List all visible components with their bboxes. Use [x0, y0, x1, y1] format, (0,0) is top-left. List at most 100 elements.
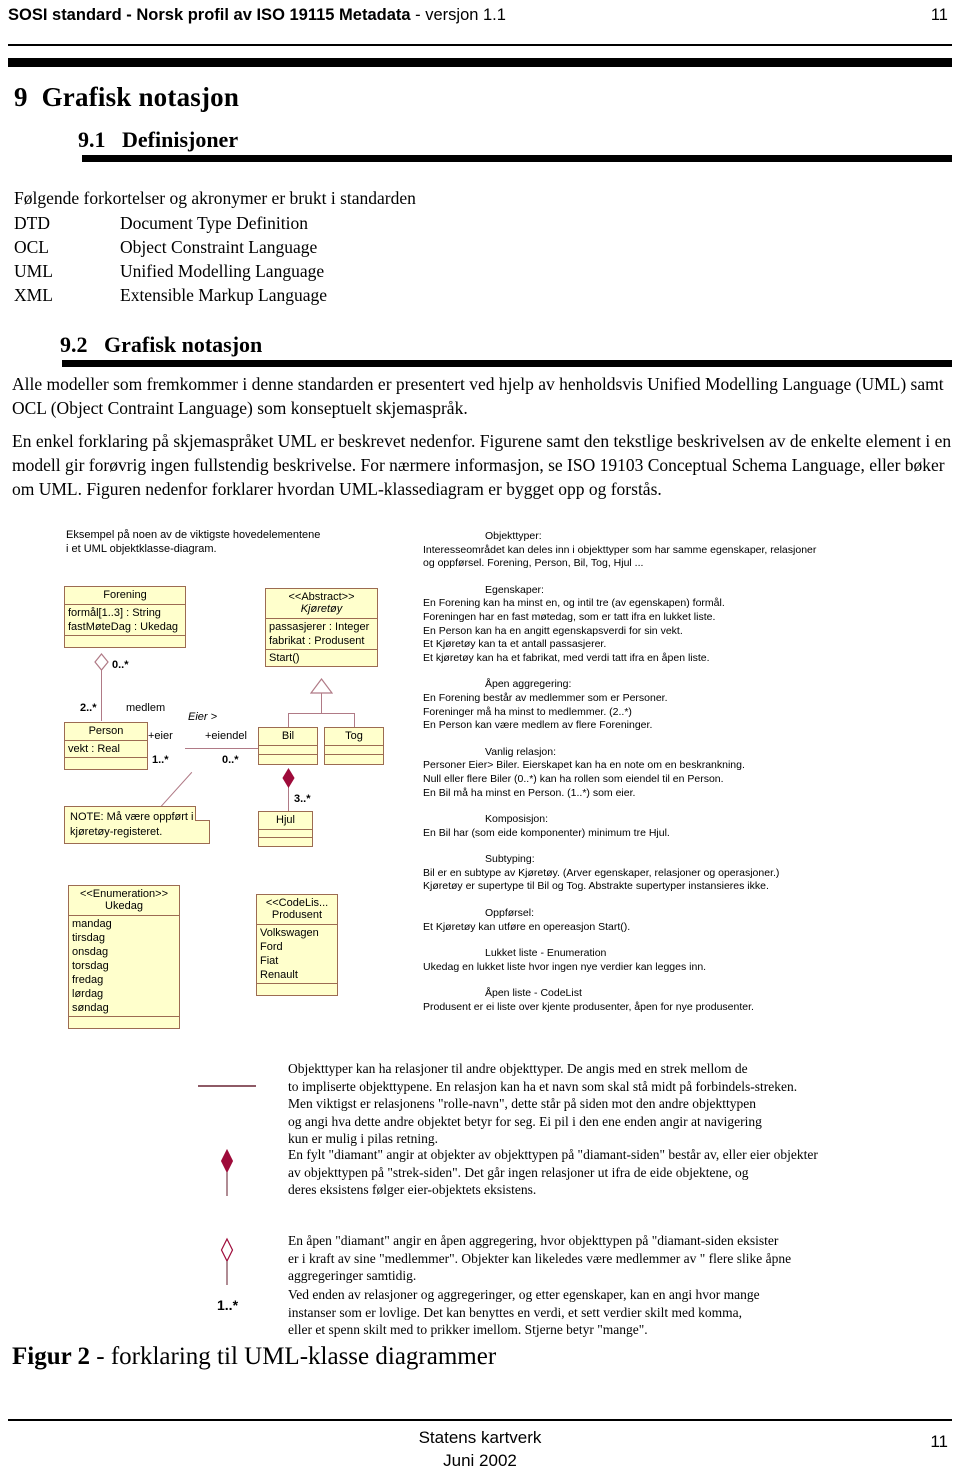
- legend-line: kun er mulig i pilas retning.: [288, 1131, 438, 1146]
- legend-line: En åpen "diamant" angir en åpen aggreger…: [288, 1233, 779, 1248]
- explanation-heading: Åpen aggregering:: [485, 678, 572, 691]
- legend-entry-relation: Objekttyper kan ha relasjoner til andre …: [288, 1060, 948, 1148]
- diagram-intro-line2: i et UML objektklasse-diagram.: [66, 543, 217, 555]
- uml-class-kjoretoy: <<Abstract>> Kjøretøy passasjerer : Inte…: [265, 588, 378, 667]
- attribute: vekt : Real: [68, 743, 120, 755]
- filled-diamond-icon: [282, 768, 295, 788]
- uml-class-produsent: <<CodeLis... Produsent Volkswagen Ford F…: [256, 894, 338, 996]
- multiplicity-bil-eiendel: 0..*: [222, 754, 239, 766]
- footer-date: Juni 2002: [443, 1451, 517, 1470]
- class-attributes-empty: [259, 746, 317, 755]
- explanation-line: En Person kan være medlem av flere Foren…: [423, 719, 653, 732]
- codelist-value: Ford: [260, 941, 283, 953]
- explanation-heading: Egenskaper:: [485, 583, 544, 596]
- uml-class-bil: Bil: [258, 727, 318, 765]
- class-operations-empty: [259, 838, 312, 846]
- figure-explanation-column: Objekttyper: Interesseområdet kan deles …: [423, 530, 953, 1015]
- explanation-line: Produsent er ei liste over kjente produs…: [423, 1001, 754, 1014]
- class-attributes: vekt : Real: [65, 741, 147, 758]
- explanation-line: Foreninger må ha minst to medlemmer. (2.…: [423, 705, 632, 718]
- explanation-heading: Subtyping:: [485, 853, 535, 866]
- explanation-line: Interesseområdet kan deles inn i objektt…: [423, 543, 817, 556]
- legend-open-diamond-icon: [220, 1237, 234, 1285]
- legend-line: og angi hva dette andre objektet betyr f…: [288, 1113, 762, 1129]
- explanation-line: En Bil har (som eide komponenter) minimu…: [423, 826, 670, 839]
- class-name-text: Kjøretøy: [300, 603, 343, 615]
- document-page: SOSI standard - Norsk profil av ISO 1911…: [0, 0, 960, 1471]
- codelist-values: Volkswagen Ford Fiat Renault: [257, 925, 337, 984]
- attribute: fabrikat : Produsent: [269, 635, 365, 647]
- explanation-line: En Person kan ha en angitt egenskapsverd…: [423, 624, 683, 637]
- explanation-line: Kjøretøy er supertype til Bil og Tog. Ab…: [423, 880, 769, 893]
- explanation-line: En Bil må ha minst en Person. (1..*) som…: [423, 786, 636, 799]
- multiplicity-forening: 0..*: [112, 659, 129, 671]
- figure-caption-label: Figur 2: [12, 1343, 91, 1370]
- enum-value: torsdag: [72, 960, 109, 972]
- uml-class-person: Person vekt : Real: [64, 722, 148, 770]
- multiplicity-person: 2..*: [80, 702, 97, 714]
- class-stereotype: <<CodeLis...: [265, 897, 329, 909]
- explanation-line: Bil er en subtype av Kjøretøy. (Arver eg…: [423, 866, 780, 879]
- class-name: Forening: [65, 587, 185, 605]
- explanation-line: Et Kjøretøy kan utføre en opereasjon Sta…: [423, 920, 631, 933]
- multiplicity-hjul: 3..*: [294, 793, 311, 805]
- footer-rule: [8, 1419, 952, 1421]
- legend-filled-diamond-icon: [220, 1148, 234, 1196]
- uml-figure: Eksempel på noen av de viktigste hovedel…: [0, 0, 960, 1471]
- explanation-heading: Oppførsel:: [485, 907, 535, 920]
- class-name: Tog: [325, 728, 383, 746]
- legend-line: En fylt "diamant" angir at objekter av o…: [288, 1147, 818, 1162]
- enum-value: søndag: [72, 1002, 109, 1014]
- enum-value: onsdag: [72, 946, 109, 958]
- explanation-heading: Komposisjon:: [485, 813, 549, 826]
- codelist-value: Renault: [260, 969, 298, 981]
- explanation-line: Null eller flere Biler (0..*) kan ha rol…: [423, 772, 724, 785]
- rolename-medlem: medlem: [126, 702, 166, 714]
- legend-entry-multiplicity: Ved enden av relasjoner og aggregeringer…: [288, 1286, 958, 1339]
- explanation-heading: Lukket liste - Enumeration: [485, 947, 607, 960]
- class-operations-empty: [325, 755, 383, 764]
- class-name: <<Abstract>> Kjøretøy: [266, 589, 377, 619]
- explanation-line: En Forening kan ha minst en, og intil tr…: [423, 597, 725, 610]
- explanation-line: Ukedag en lukket liste hvor ingen nye ve…: [423, 960, 707, 973]
- codelist-value: Volkswagen: [260, 927, 319, 939]
- explanation-heading: Objekttyper:: [485, 530, 542, 542]
- attribute: passasjerer : Integer: [269, 621, 370, 633]
- operation: Start(): [269, 652, 300, 664]
- rolename-eiendel: +eiendel: [205, 730, 247, 742]
- class-stereotype: <<Enumeration>>: [79, 888, 169, 900]
- enumeration-values: mandag tirsdag onsdag torsdag fredag lør…: [69, 916, 179, 1017]
- codelist-value: Fiat: [260, 955, 279, 967]
- explanation-line: Et kjøretøy kan ha et fabrikat, med verd…: [423, 651, 710, 664]
- legend-line: Objekttyper kan ha relasjoner til andre …: [288, 1061, 748, 1076]
- legend-line: deres eksistens følger eier-objektets ek…: [288, 1182, 537, 1197]
- connector-generalization-bar: [288, 713, 355, 714]
- figure-caption-text: - forklaring til UML-klasse diagrammer: [90, 1343, 497, 1370]
- note-line1: NOTE: Må være oppført i: [70, 811, 194, 823]
- legend-line: to impliserte objekttypene. En relasjon …: [288, 1078, 798, 1094]
- class-name: <<CodeLis... Produsent: [257, 895, 337, 925]
- class-operations: Start(): [266, 650, 377, 666]
- class-name-text: Produsent: [271, 909, 323, 921]
- class-operations-empty: [257, 984, 337, 995]
- enum-value: mandag: [72, 918, 112, 930]
- association-name-eier: Eier >: [188, 711, 218, 723]
- class-attributes: passasjerer : Integer fabrikat : Produse…: [266, 619, 377, 650]
- class-name-text: Ukedag: [105, 900, 143, 912]
- explanation-line: Foreningen har en fast møtedag, som er t…: [423, 610, 716, 623]
- explanation-line: En Forening består av medlemmer som er P…: [423, 691, 668, 704]
- figure-caption: Figur 2 - forklaring til UML-klasse diag…: [12, 1343, 496, 1371]
- uml-class-ukedag: <<Enumeration>> Ukedag mandag tirsdag on…: [68, 885, 180, 1029]
- connector-generalization-stem: [321, 692, 322, 714]
- legend-line: Ved enden av relasjoner og aggregeringer…: [288, 1287, 760, 1302]
- explanation-line: Personer Eier> Biler. Eierskapet kan ha …: [423, 759, 745, 772]
- footer-page-number: 11: [930, 1432, 948, 1451]
